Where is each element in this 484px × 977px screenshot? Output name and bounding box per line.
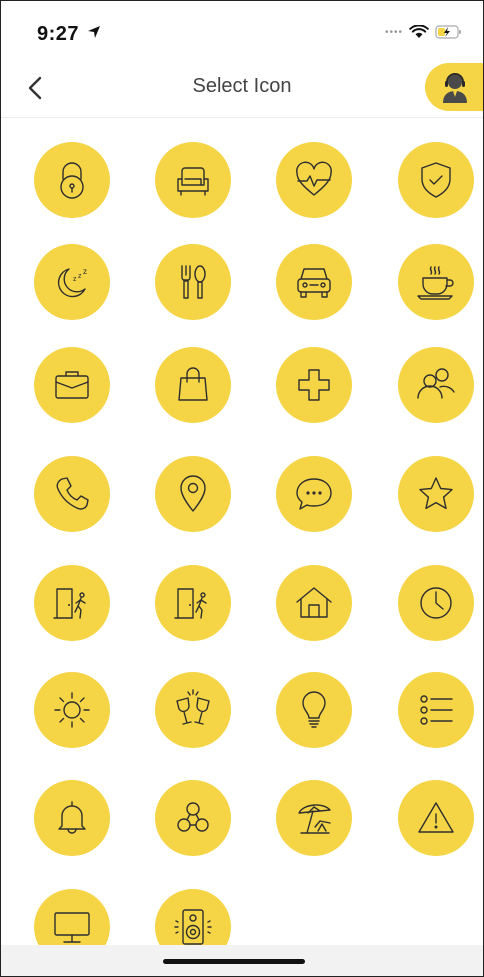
people-icon [417, 368, 455, 399]
battery-charging-icon [435, 25, 461, 39]
icon-option-fork-spoon[interactable] [155, 244, 231, 320]
icon-option-armchair[interactable] [155, 142, 231, 218]
coffee-cup-icon [417, 266, 454, 300]
clock-icon [420, 587, 452, 619]
icon-option-network[interactable] [155, 780, 231, 856]
icon-option-car[interactable] [276, 244, 352, 320]
moon-sleep-icon: z z z [57, 267, 87, 298]
page-title: Select Icon [192, 75, 292, 97]
fork-spoon-icon [181, 265, 206, 299]
location-arrow-icon [88, 26, 100, 38]
icon-option-shopping-bag[interactable] [155, 347, 231, 423]
navigation-bar: Select Icon [1, 61, 483, 118]
icon-option-list[interactable] [398, 672, 474, 748]
icon-option-exit-door[interactable] [34, 565, 110, 641]
star-icon [419, 477, 453, 510]
icon-option-heart-pulse[interactable] [276, 142, 352, 218]
home-indicator-bar [1, 945, 483, 976]
svg-text:z: z [73, 276, 77, 283]
icon-option-warning[interactable] [398, 780, 474, 856]
icon-option-beach[interactable] [276, 780, 352, 856]
sun-icon [54, 692, 90, 728]
light-bulb-icon [302, 691, 326, 728]
icon-option-shield[interactable] [398, 142, 474, 218]
icon-option-coffee[interactable] [398, 244, 474, 320]
wifi-icon [409, 25, 429, 38]
icon-option-clock[interactable] [398, 565, 474, 641]
chat-bubble-icon [296, 478, 332, 510]
briefcase-icon [55, 371, 89, 399]
cheers-glasses-icon [176, 689, 210, 725]
icon-option-sun[interactable] [34, 672, 110, 748]
network-icon [177, 802, 209, 832]
lock-icon [60, 162, 84, 199]
home-icon [296, 587, 332, 618]
phone-screen: 9:27 •••• Select Icon z z z [0, 0, 484, 977]
svg-text:z: z [78, 273, 82, 280]
icon-option-briefcase[interactable] [34, 347, 110, 423]
shopping-bag-icon [178, 367, 208, 401]
status-time: 9:27 [37, 23, 80, 45]
cellular-signal-icon: •••• [384, 26, 403, 38]
icon-option-enter-door[interactable] [155, 565, 231, 641]
location-pin-icon [180, 475, 206, 512]
beach-umbrella-icon [298, 804, 331, 834]
icon-option-home[interactable] [276, 565, 352, 641]
phone-icon [56, 477, 89, 510]
medical-cross-icon [298, 369, 330, 401]
status-bar: 9:27 •••• [1, 1, 483, 61]
bell-icon [58, 801, 86, 834]
warning-icon [418, 802, 454, 833]
svg-text:z: z [83, 267, 87, 276]
icon-option-medical-cross[interactable] [276, 347, 352, 423]
icon-option-lock[interactable] [34, 142, 110, 218]
icon-option-location-pin[interactable] [155, 456, 231, 532]
list-icon [420, 695, 453, 725]
icon-option-light-bulb[interactable] [276, 672, 352, 748]
icon-option-people[interactable] [398, 347, 474, 423]
car-icon [297, 268, 331, 298]
support-button[interactable] [425, 63, 483, 111]
icon-option-star[interactable] [398, 456, 474, 532]
exit-door-icon [53, 588, 86, 619]
shield-check-icon [421, 162, 451, 198]
home-indicator[interactable] [163, 959, 305, 964]
icon-option-cheers[interactable] [155, 672, 231, 748]
armchair-icon [177, 167, 209, 196]
status-indicators: •••• [385, 25, 463, 39]
icon-option-phone[interactable] [34, 456, 110, 532]
enter-door-icon [174, 588, 207, 619]
icon-option-moon[interactable]: z z z [34, 244, 110, 320]
icon-option-chat[interactable] [276, 456, 352, 532]
icon-option-bell[interactable] [34, 780, 110, 856]
heart-pulse-icon [296, 161, 332, 196]
support-agent-icon [443, 73, 467, 103]
